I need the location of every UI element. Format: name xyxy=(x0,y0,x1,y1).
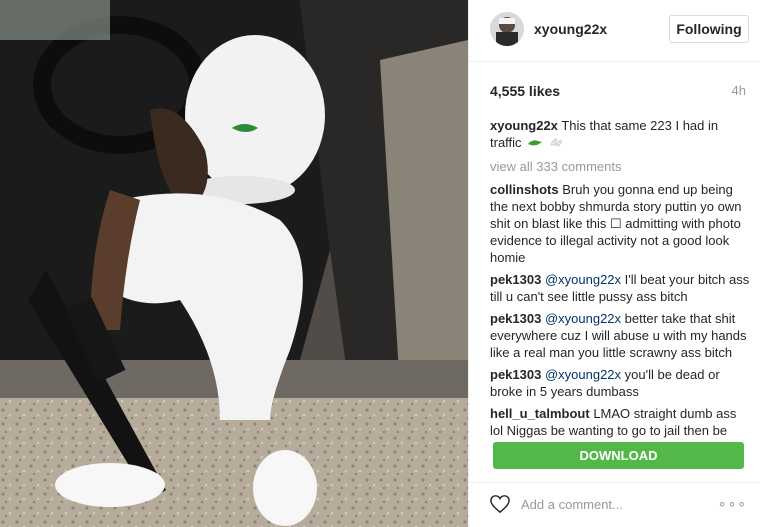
comment-mention[interactable]: @xyoung22x xyxy=(545,367,621,382)
comment-item: pek1303 @xyoung22x better take that shit… xyxy=(490,310,750,361)
more-options-icon[interactable]: ∘∘∘ xyxy=(718,495,747,512)
post-time[interactable]: 4h xyxy=(732,83,746,98)
view-all-comments-link[interactable]: view all 333 comments xyxy=(490,158,750,175)
avatar[interactable] xyxy=(490,12,524,46)
comment-footer: Add a comment... ∘∘∘ xyxy=(469,482,760,527)
comment-item: collinshots Bruh you gonna end up being … xyxy=(490,181,750,266)
comments-list: xyoung22x This that same 223 I had in tr… xyxy=(490,117,750,444)
comment-mention[interactable]: @xyoung22x xyxy=(545,272,621,287)
comment-username[interactable]: pek1303 xyxy=(490,272,541,287)
caption: xyoung22x This that same 223 I had in tr… xyxy=(490,117,750,153)
comment-item: pek1303 @xyoung22x I'll beat your bitch … xyxy=(490,271,750,305)
add-comment-input[interactable]: Add a comment... xyxy=(521,497,623,512)
crocodile-emoji-icon xyxy=(527,136,543,153)
post-photo[interactable] xyxy=(0,0,468,527)
comment-username[interactable]: pek1303 xyxy=(490,367,541,382)
caption-username[interactable]: xyoung22x xyxy=(490,118,558,133)
post-side-panel: xyoung22x Following 4,555 likes 4h xyoun… xyxy=(468,0,760,527)
comment-username[interactable]: pek1303 xyxy=(490,311,541,326)
post-header: xyoung22x Following xyxy=(469,0,760,62)
comment-mention[interactable]: @xyoung22x xyxy=(545,311,621,326)
comment-username[interactable]: collinshots xyxy=(490,182,559,197)
download-button[interactable]: DOWNLOAD xyxy=(493,442,744,469)
post-username[interactable]: xyoung22x xyxy=(534,21,607,37)
following-button[interactable]: Following xyxy=(669,15,749,43)
comment-item: hell_u_talmbout LMAO straight dumb ass l… xyxy=(490,405,750,439)
wings-emoji-icon xyxy=(549,136,563,153)
likes-count[interactable]: 4,555 likes xyxy=(490,83,560,99)
comment-username[interactable]: hell_u_talmbout xyxy=(490,406,590,421)
heart-icon[interactable] xyxy=(489,494,511,519)
comment-item: pek1303 @xyoung22x you'll be dead or bro… xyxy=(490,366,750,400)
